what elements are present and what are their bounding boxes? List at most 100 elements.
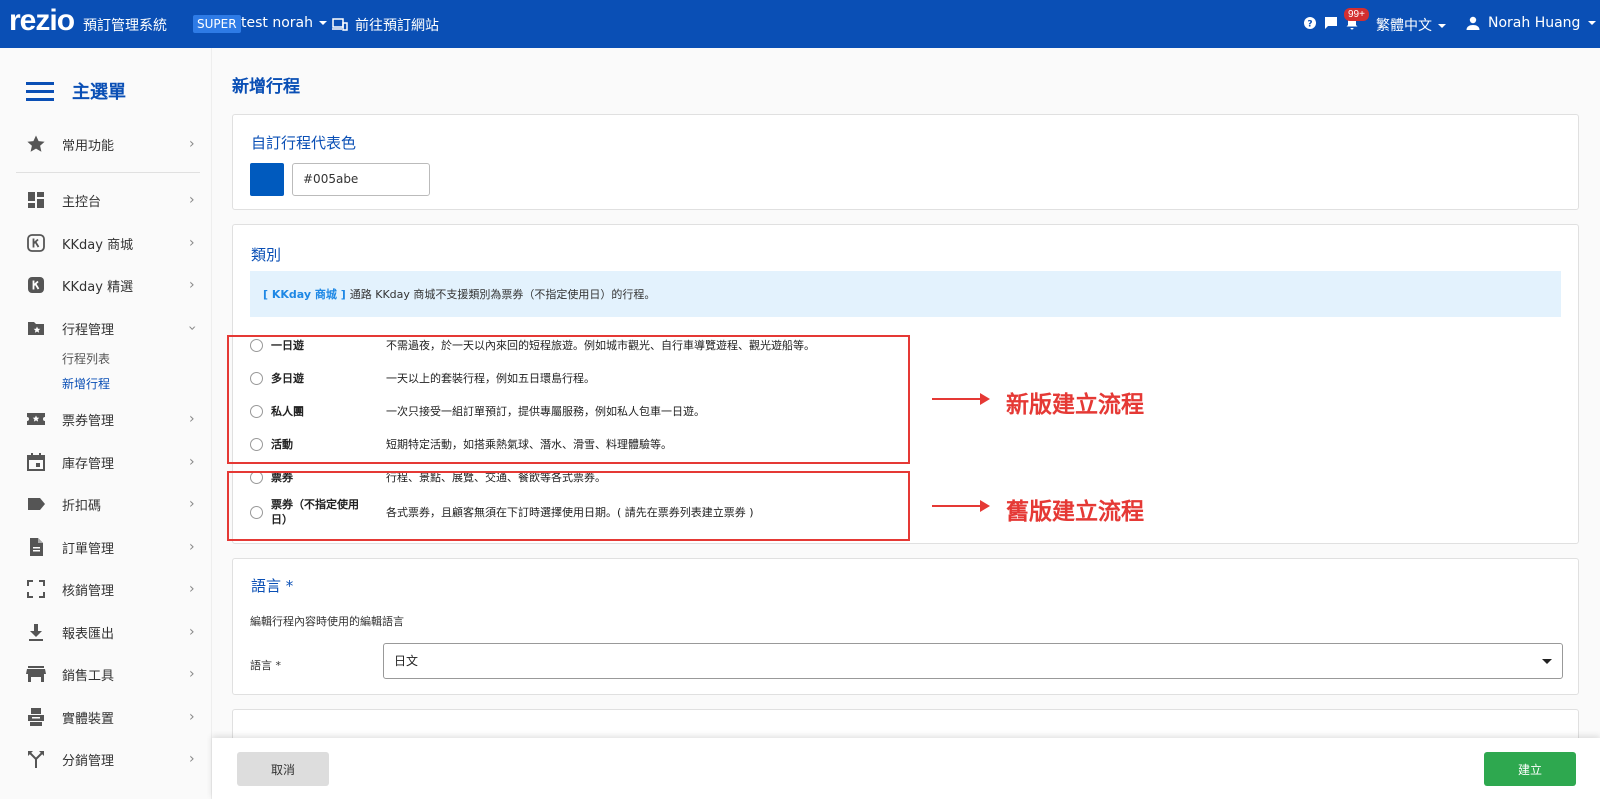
main-menu-header[interactable]: 主選單 <box>26 78 126 104</box>
user-name: Norah Huang <box>1488 15 1581 31</box>
account-name: test norah <box>241 15 313 31</box>
color-card: 自訂行程代表色 #005abe <box>232 114 1579 210</box>
store-icon <box>26 666 46 682</box>
sidebar-item-devices[interactable]: 實體裝置 › <box>0 699 212 735</box>
goto-site-label: 前往預訂網站 <box>355 18 439 34</box>
svg-text:?: ? <box>1307 20 1312 30</box>
sidebar-item-kkday-mall[interactable]: KKday 商城 › <box>0 225 212 261</box>
sidebar-item-inventory[interactable]: 庫存管理 › <box>0 444 212 480</box>
split-icon <box>28 751 44 768</box>
language-card: 語言 * 編輯行程內容時使用的編輯語言 語言 * 日文 <box>232 558 1579 695</box>
sidebar-item-sales-tools[interactable]: 銷售工具 › <box>0 656 212 692</box>
folder-star-icon <box>28 322 44 335</box>
annotation-arrow-new <box>932 393 990 405</box>
sidebar-item-label: KKday 精選 <box>62 279 134 295</box>
sidebar-item-redemption[interactable]: 核銷管理 › <box>0 571 212 607</box>
sidebar-item-orders[interactable]: 訂單管理 › <box>0 529 212 565</box>
sidebar-item-label: 常用功能 <box>62 138 115 154</box>
kkday-icon <box>27 234 45 252</box>
chevron-right-icon: › <box>189 192 195 208</box>
sidebar-item-label: 主控台 <box>62 194 102 210</box>
devices-icon <box>332 18 348 31</box>
sidebar-item-label: 實體裝置 <box>62 711 115 727</box>
annotation-label-new: 新版建立流程 <box>1006 392 1144 418</box>
language-selected-value: 日文 <box>394 654 419 668</box>
chevron-right-icon: › <box>189 624 195 640</box>
language-label: 繁體中文 <box>1376 18 1432 34</box>
sidebar-item-favorites[interactable]: 常用功能 › <box>0 126 212 162</box>
dashboard-icon <box>28 192 44 208</box>
calendar-icon <box>27 453 45 471</box>
kkday-icon <box>28 277 44 293</box>
sidebar: 主選單 常用功能 › 主控台 › KKday 商城 › KKday 精選 › 行… <box>0 48 212 799</box>
chevron-down-icon <box>1438 24 1446 28</box>
chevron-right-icon: › <box>189 235 195 251</box>
sidebar-item-distribution[interactable]: 分銷管理 › <box>0 741 212 777</box>
sidebar-item-label: 銷售工具 <box>62 668 115 684</box>
top-bar: rezio 預訂管理系統 SUPER test norah 前往預訂網站 ? 9… <box>0 0 1600 48</box>
create-button[interactable]: 建立 <box>1484 752 1576 786</box>
language-select[interactable]: 日文 <box>383 643 1563 679</box>
chevron-right-icon: › <box>189 581 195 597</box>
feedback-icon[interactable] <box>1324 16 1338 30</box>
sidebar-item-label: 核銷管理 <box>62 583 115 599</box>
alert-tag: [ KKday 商城 ] <box>263 288 346 301</box>
user-menu[interactable]: Norah Huang <box>1466 15 1597 31</box>
sidebar-item-kkday-featured[interactable]: KKday 精選 › <box>0 267 212 303</box>
annotation-arrow-old <box>932 500 990 512</box>
chevron-right-icon: › <box>189 751 195 767</box>
chevron-down-icon: › <box>183 325 200 331</box>
language-subtitle: 編輯行程內容時使用的編輯語言 <box>250 615 404 628</box>
language-dropdown[interactable]: 繁體中文 <box>1376 15 1446 35</box>
sidebar-item-itinerary[interactable]: 行程管理 › <box>0 310 212 346</box>
chevron-right-icon: › <box>189 136 195 152</box>
chevron-right-icon: › <box>189 539 195 555</box>
color-card-title: 自訂行程代表色 <box>251 134 357 152</box>
footer-bar: 取消 建立 <box>212 738 1600 799</box>
download-icon <box>29 624 43 641</box>
chevron-right-icon: › <box>189 454 195 470</box>
annotation-box-old <box>227 471 910 541</box>
sidebar-item-label: 訂單管理 <box>62 541 115 557</box>
help-icon[interactable]: ? <box>1303 16 1317 30</box>
sidebar-item-label: 行程管理 <box>62 322 115 338</box>
sidebar-item-label: 報表匯出 <box>62 626 115 642</box>
sidebar-subitem-new-itinerary[interactable]: 新增行程 <box>62 375 110 392</box>
rezio-logo[interactable]: rezio <box>9 6 75 36</box>
color-swatch[interactable] <box>250 163 284 196</box>
sidebar-item-discount[interactable]: 折扣碼 › <box>0 486 212 522</box>
star-icon <box>27 135 45 152</box>
main-menu-title: 主選單 <box>72 82 126 103</box>
sidebar-item-dashboard[interactable]: 主控台 › <box>0 182 212 218</box>
language-field-label: 語言 * <box>250 659 281 672</box>
tag-icon <box>28 498 45 510</box>
sidebar-subitem-itinerary-list[interactable]: 行程列表 <box>62 350 110 367</box>
annotation-label-old: 舊版建立流程 <box>1006 499 1144 525</box>
notification-badge: 99+ <box>1344 8 1369 21</box>
cancel-button[interactable]: 取消 <box>237 752 329 786</box>
chevron-down-icon <box>1588 21 1597 25</box>
account-dropdown[interactable]: test norah <box>241 15 327 31</box>
color-hex-input[interactable]: #005abe <box>292 163 430 196</box>
sidebar-item-label: 票券管理 <box>62 413 115 429</box>
scan-icon <box>27 580 45 598</box>
sidebar-item-reports[interactable]: 報表匯出 › <box>0 614 212 650</box>
category-card-title: 類別 <box>251 246 282 264</box>
sidebar-item-label: KKday 商城 <box>62 237 134 253</box>
sidebar-item-label: 庫存管理 <box>62 456 115 472</box>
ticket-icon <box>27 413 45 425</box>
printer-icon <box>28 708 44 726</box>
caret-down-icon <box>1542 659 1552 664</box>
page-title: 新增行程 <box>232 77 300 97</box>
chevron-right-icon: › <box>189 666 195 682</box>
sidebar-item-label: 折扣碼 <box>62 498 102 514</box>
chevron-right-icon: › <box>189 709 195 725</box>
chevron-right-icon: › <box>189 411 195 427</box>
role-badge: SUPER <box>193 15 241 33</box>
hamburger-icon[interactable] <box>26 81 54 101</box>
sidebar-item-label: 分銷管理 <box>62 753 115 769</box>
alert-text: 通路 KKday 商城不支援類別為票券（不指定使用日）的行程。 <box>349 288 656 301</box>
goto-site-link[interactable]: 前往預訂網站 <box>332 15 439 35</box>
chevron-down-icon <box>318 21 327 25</box>
sidebar-item-tickets[interactable]: 票券管理 › <box>0 401 212 437</box>
